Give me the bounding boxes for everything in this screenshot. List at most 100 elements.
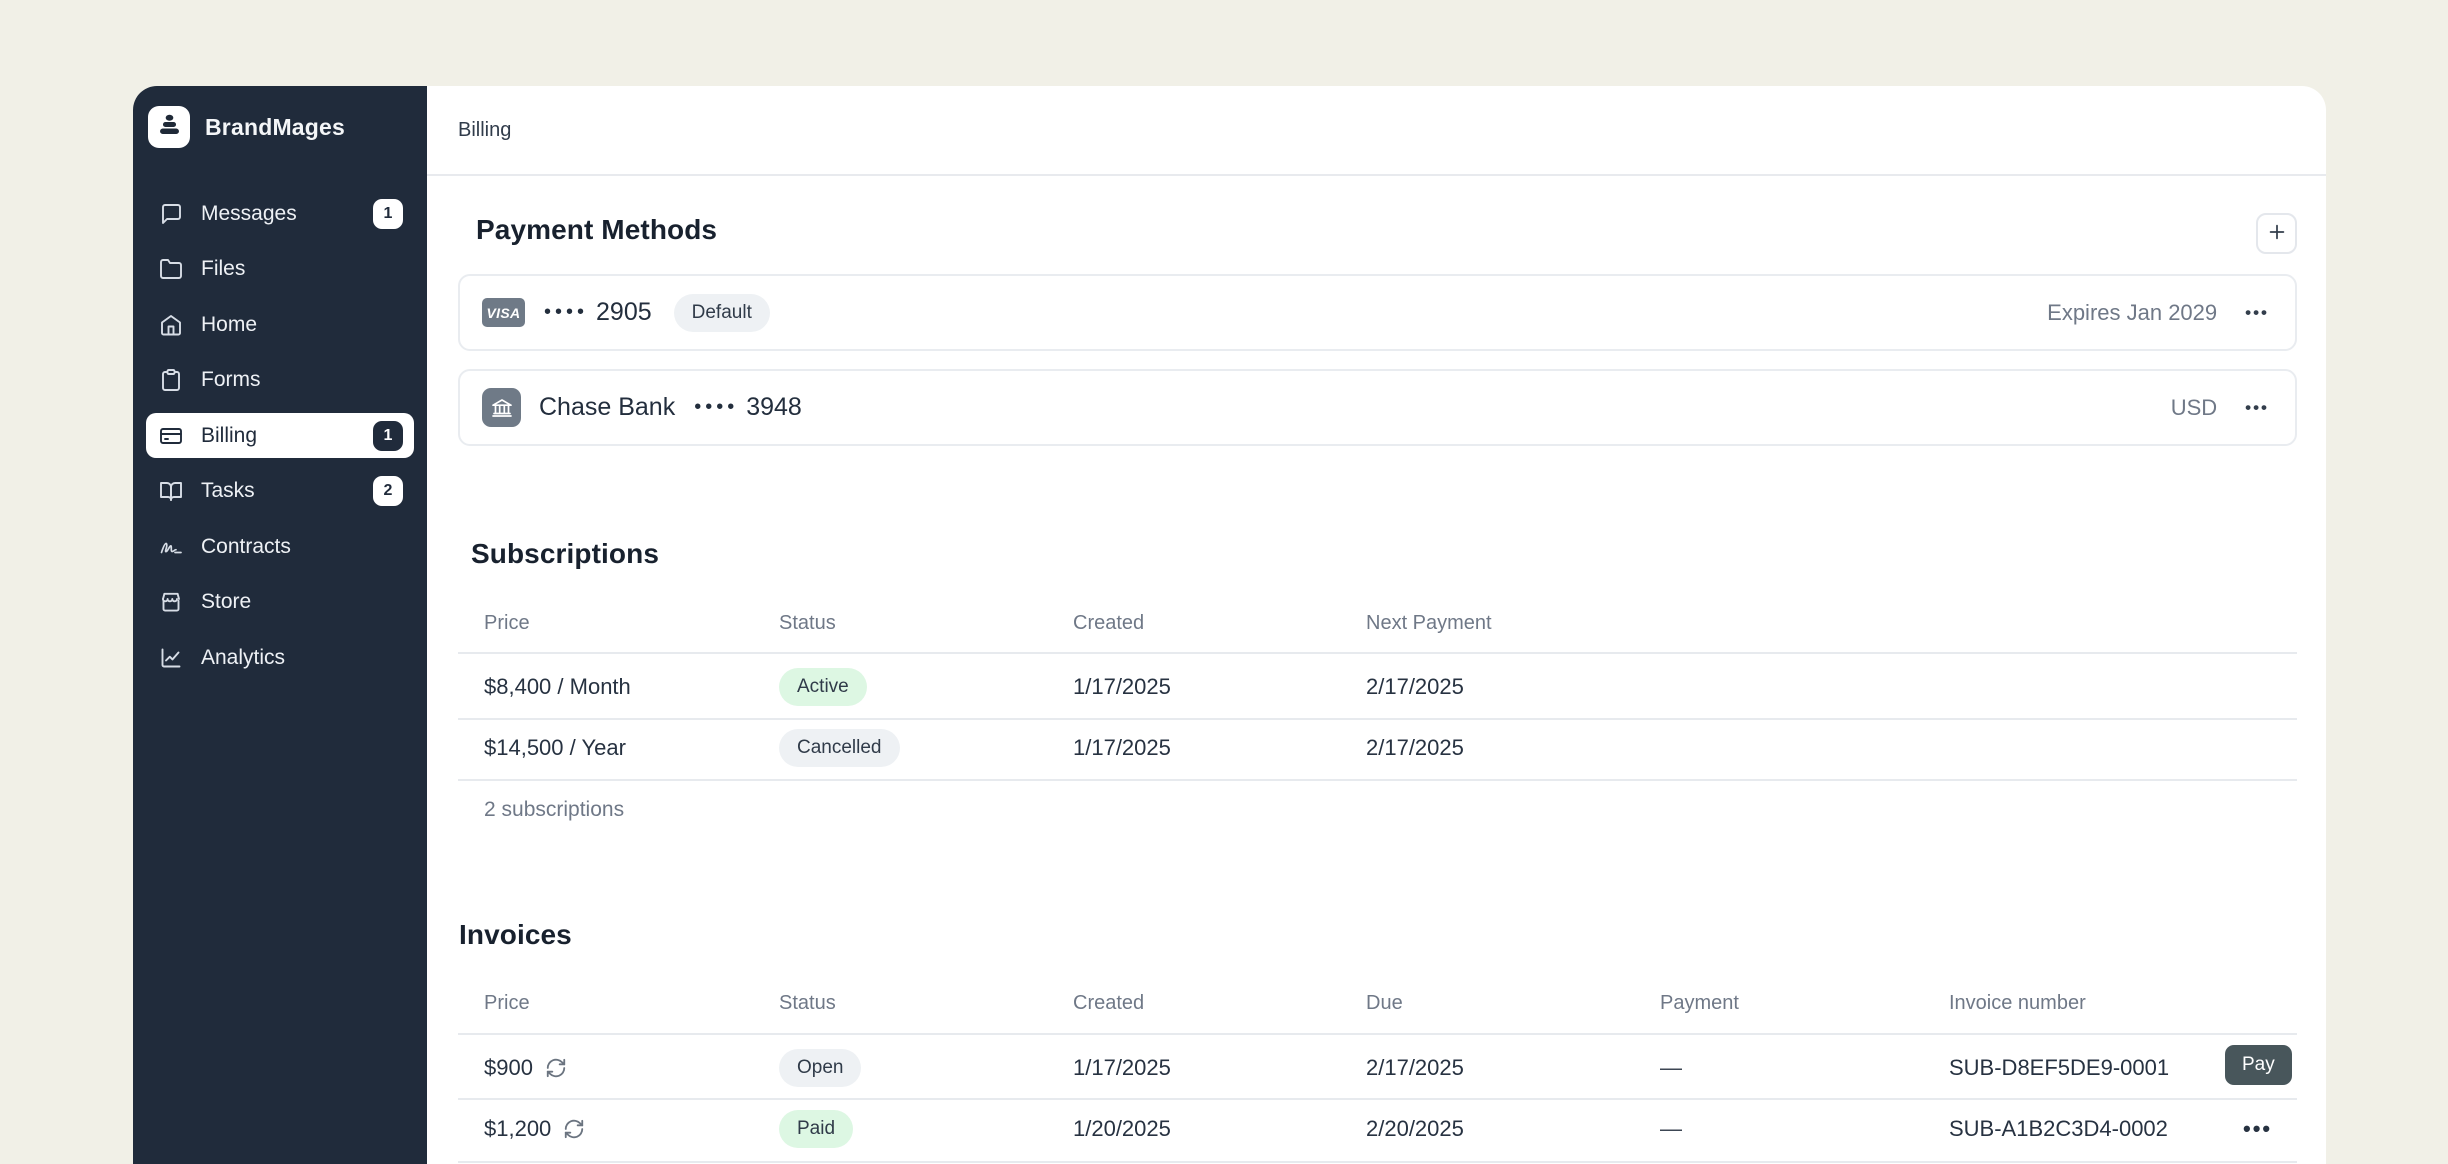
col-header-next-payment: Next Payment — [1366, 612, 1492, 634]
invoice-due: 2/17/2025 — [1366, 1055, 1464, 1080]
col-header-payment: Payment — [1660, 992, 1739, 1014]
sidebar-item-label: Contracts — [201, 534, 291, 558]
brand-name: BrandMages — [205, 113, 346, 140]
invoice-number: SUB-D8EF5DE9-0001 — [1949, 1055, 2170, 1080]
sidebar-item-label: Store — [201, 590, 252, 613]
sidebar-item-store[interactable]: Store — [146, 580, 414, 625]
folder-icon — [158, 256, 184, 282]
clipboard-icon — [158, 367, 184, 393]
brand-logo — [148, 106, 190, 148]
subscription-price: $8,400 / Month — [484, 674, 631, 699]
main-panel: Billing Payment Methods VISA •••• 2905 D… — [427, 86, 2326, 1164]
sidebar-item-home[interactable]: Home — [146, 302, 414, 347]
recurring-icon — [545, 1057, 567, 1079]
col-header-invoice-number: Invoice number — [1949, 992, 2086, 1014]
sidebar-item-label: Messages — [201, 201, 297, 225]
sidebar-item-label: Home — [201, 312, 258, 336]
subscriptions-title: Subscriptions — [471, 538, 659, 569]
messages-badge: 1 — [373, 198, 403, 229]
card-currency: USD — [2170, 394, 2218, 420]
sidebar-item-billing[interactable]: Billing 1 — [146, 413, 414, 458]
table-divider — [458, 652, 2297, 654]
col-header-status: Status — [779, 612, 836, 634]
invoice-price: $1,200 — [484, 1116, 552, 1141]
col-header-created: Created — [1073, 612, 1145, 634]
default-badge: Default — [673, 293, 770, 332]
payment-method-card-visa: VISA •••• 2905 Default Expires Jan 2029 … — [458, 274, 2297, 351]
credit-card-icon — [158, 423, 184, 449]
sidebar-item-files[interactable]: Files — [146, 247, 414, 292]
sidebar-item-forms[interactable]: Forms — [146, 358, 414, 403]
subscription-next-payment: 2/17/2025 — [1366, 735, 1464, 760]
chat-bubble-icon — [158, 201, 184, 227]
status-badge: Paid — [779, 1110, 854, 1148]
table-divider — [458, 1033, 2297, 1035]
tasks-badge: 2 — [373, 476, 403, 506]
invoice-due: 2/20/2025 — [1366, 1116, 1464, 1141]
card-expiry: Expires Jan 2029 — [2047, 299, 2218, 325]
invoice-created: 1/17/2025 — [1073, 1055, 1171, 1080]
brand: BrandMages — [148, 106, 345, 148]
invoices-title: Invoices — [459, 919, 572, 950]
table-divider — [458, 1098, 2297, 1100]
status-badge: Cancelled — [779, 729, 900, 767]
sidebar-item-label: Tasks — [201, 479, 255, 502]
sidebar-item-tasks[interactable]: Tasks 2 — [146, 469, 414, 514]
subscription-next-payment: 2/17/2025 — [1366, 674, 1464, 699]
sidebar-item-label: Files — [201, 257, 246, 280]
status-badge: Active — [779, 668, 867, 706]
table-divider — [458, 718, 2297, 720]
col-header-status: Status — [779, 992, 836, 1014]
subscription-created: 1/17/2025 — [1073, 674, 1171, 699]
col-header-price: Price — [484, 992, 530, 1014]
col-header-created: Created — [1073, 992, 1145, 1014]
recurring-icon — [563, 1118, 585, 1140]
subscription-created: 1/17/2025 — [1073, 735, 1171, 760]
pay-button[interactable]: Pay — [2225, 1045, 2292, 1085]
status-badge: Open — [779, 1049, 862, 1087]
invoice-price: $900 — [484, 1055, 533, 1080]
topbar: Billing — [427, 86, 2326, 176]
storefront-icon — [158, 589, 184, 615]
sidebar-nav: Messages 1 Files Home Forms Billing 1 Ta… — [146, 191, 414, 691]
add-payment-method-button[interactable] — [2256, 213, 2297, 254]
home-icon — [158, 312, 184, 338]
invoice-number: SUB-A1B2C3D4-0002 — [1949, 1116, 2168, 1141]
app-shell: BrandMages Messages 1 Files Home Forms B… — [133, 86, 2326, 1164]
visa-icon: VISA — [482, 298, 525, 327]
table-divider — [458, 1161, 2297, 1163]
sidebar-item-label: Analytics — [201, 645, 286, 669]
card-mask: •••• — [694, 396, 739, 418]
subscription-price: $14,500 / Year — [484, 735, 626, 760]
card-menu-icon[interactable]: ••• — [2245, 399, 2269, 416]
table-divider — [458, 779, 2297, 781]
plus-icon — [2266, 221, 2288, 246]
sidebar-item-messages[interactable]: Messages 1 — [146, 191, 414, 236]
sidebar: BrandMages Messages 1 Files Home Forms B… — [133, 86, 427, 1164]
sidebar-item-contracts[interactable]: Contracts — [146, 524, 414, 569]
bank-name: Chase Bank — [539, 393, 676, 421]
card-last4: 3948 — [746, 393, 802, 421]
col-header-due: Due — [1366, 992, 1403, 1014]
card-mask: •••• — [544, 301, 589, 323]
subscriptions-count: 2 subscriptions — [484, 798, 625, 821]
col-header-price: Price — [484, 612, 530, 634]
sidebar-item-label: Forms — [201, 368, 261, 391]
chart-line-icon — [158, 645, 184, 671]
invoice-created: 1/20/2025 — [1073, 1116, 1171, 1141]
card-last4: 2905 — [596, 298, 652, 326]
invoice-menu-icon[interactable]: ••• — [2243, 1118, 2272, 1140]
invoice-payment: — — [1660, 1116, 1682, 1141]
stacked-stones-icon — [156, 111, 183, 143]
page-title: Billing — [458, 118, 512, 141]
invoice-payment: — — [1660, 1055, 1682, 1080]
bank-icon — [482, 388, 521, 427]
payment-method-card-bank: Chase Bank •••• 3948 USD ••• — [458, 369, 2297, 446]
open-book-icon — [158, 478, 184, 504]
card-menu-icon[interactable]: ••• — [2245, 304, 2269, 321]
sidebar-item-analytics[interactable]: Analytics — [146, 635, 414, 680]
signature-icon — [158, 534, 184, 560]
billing-badge: 1 — [373, 420, 403, 451]
payment-methods-title: Payment Methods — [476, 214, 718, 245]
sidebar-item-label: Billing — [201, 423, 258, 447]
